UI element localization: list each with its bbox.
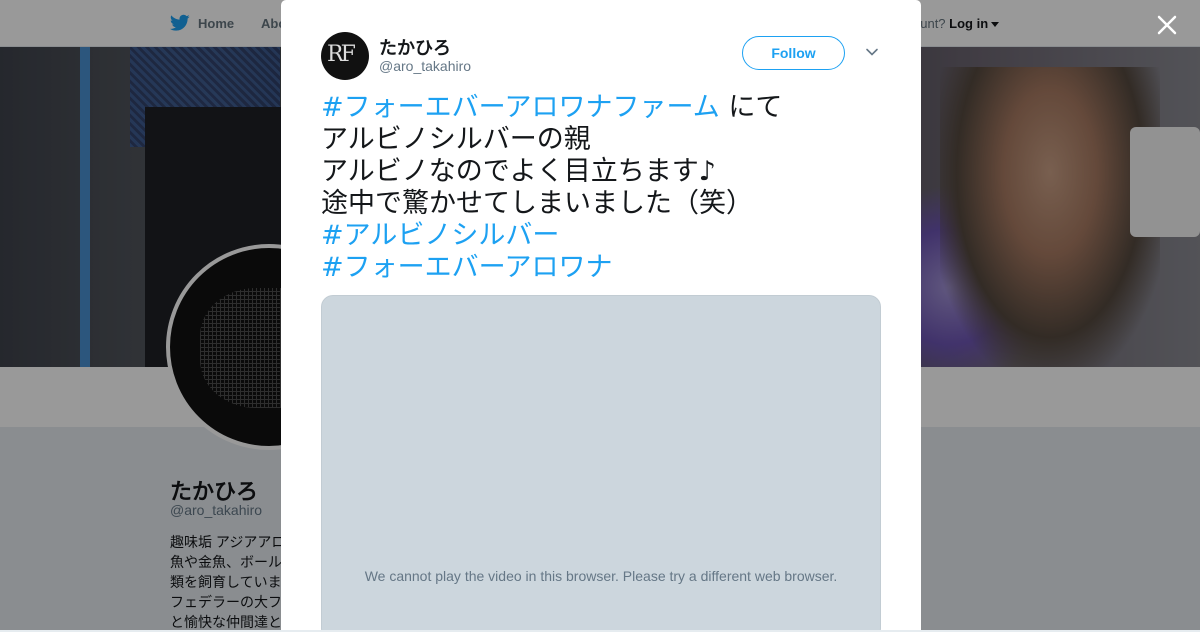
hashtag-link[interactable]: #フォーエバーアロワナファーム	[321, 92, 720, 123]
tweet-author-handle[interactable]: @aro_takahiro	[379, 58, 471, 74]
tweet-text-line: アルビノなのでよく目立ちます♪	[321, 156, 716, 187]
hashtag-link[interactable]: #アルビノシルバー	[321, 220, 559, 251]
video-unsupported-message: We cannot play the video in this browser…	[364, 568, 838, 584]
follow-button[interactable]: Follow	[742, 36, 845, 70]
hashtag-link[interactable]: #フォーエバーアロワナ	[321, 252, 613, 283]
video-player[interactable]: We cannot play the video in this browser…	[321, 295, 881, 630]
chevron-down-icon[interactable]	[865, 47, 879, 57]
tweet-modal: RF たかひろ @aro_takahiro Follow #フォーエバーアロワナ…	[281, 0, 921, 630]
tweet-text-line: 途中で驚かせてしまいました（笑）	[321, 188, 753, 219]
tweet-author-name[interactable]: たかひろ	[379, 34, 451, 60]
tweet-text-segment: にて	[719, 92, 783, 123]
tweet-text: #フォーエバーアロワナファーム にて アルビノシルバーの親 アルビノなのでよく目…	[321, 92, 881, 284]
avatar-logo: RF	[327, 42, 356, 67]
tweet-text-line: アルビノシルバーの親	[321, 124, 591, 155]
close-icon[interactable]	[1154, 12, 1180, 38]
tweet-author-avatar[interactable]: RF	[321, 32, 369, 80]
